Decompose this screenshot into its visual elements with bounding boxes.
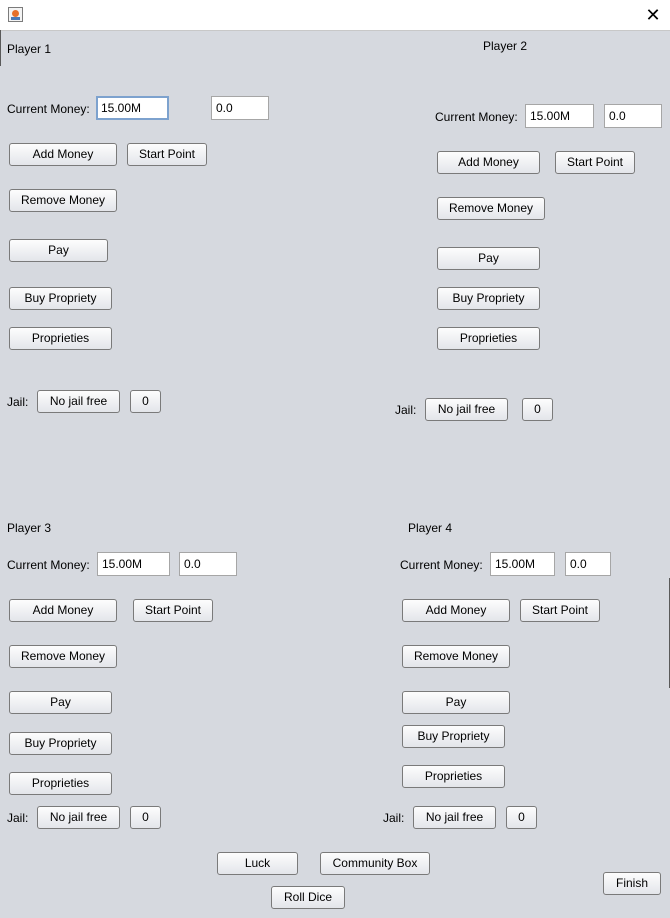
player-4-jail-count-button[interactable]: 0	[506, 806, 537, 829]
frame-edge-left	[0, 30, 1, 66]
player-4-title: Player 4	[408, 521, 453, 535]
player-1-add-money-button[interactable]: Add Money	[9, 143, 117, 166]
player-1-money-field[interactable]: 15.00M	[96, 96, 169, 120]
player-2-money-field[interactable]: 15.00M	[525, 104, 594, 128]
player-1-jail-label: Jail:	[7, 395, 29, 409]
player-2-jail-label: Jail:	[395, 403, 417, 417]
player-2-remove-money-button[interactable]: Remove Money	[437, 197, 545, 220]
player-2-no-jail-free-button[interactable]: No jail free	[425, 398, 508, 421]
player-2-title: Player 2	[483, 39, 528, 53]
player-1-jail-count-button[interactable]: 0	[130, 390, 161, 413]
player-4-pay-button[interactable]: Pay	[402, 691, 510, 714]
player-3-jail-count-button[interactable]: 0	[130, 806, 161, 829]
player-4-proprieties-button[interactable]: Proprieties	[402, 765, 505, 788]
player-2-buy-propriety-button[interactable]: Buy Propriety	[437, 287, 540, 310]
luck-button[interactable]: Luck	[217, 852, 298, 875]
player-2-amount-field[interactable]: 0.0	[604, 104, 662, 128]
player-1-buy-propriety-button[interactable]: Buy Propriety	[9, 287, 112, 310]
player-1-amount-field[interactable]: 0.0	[211, 96, 269, 120]
player-3-buy-propriety-button[interactable]: Buy Propriety	[9, 732, 112, 755]
player-1-remove-money-button[interactable]: Remove Money	[9, 189, 117, 212]
player-3-title: Player 3	[7, 521, 52, 535]
player-4-start-point-button[interactable]: Start Point	[520, 599, 600, 622]
player-1-title: Player 1	[7, 42, 52, 56]
player-4-remove-money-button[interactable]: Remove Money	[402, 645, 510, 668]
finish-button[interactable]: Finish	[603, 872, 661, 895]
player-4-amount-field[interactable]: 0.0	[565, 552, 611, 576]
player-4-add-money-button[interactable]: Add Money	[402, 599, 510, 622]
player-1-proprieties-button[interactable]: Proprieties	[9, 327, 112, 350]
player-4-money-field[interactable]: 15.00M	[490, 552, 555, 576]
player-2-jail-count-button[interactable]: 0	[522, 398, 553, 421]
player-4-current-money-label: Current Money:	[400, 558, 483, 572]
player-4-jail-label: Jail:	[383, 811, 405, 825]
java-app-icon	[8, 7, 23, 22]
player-2-pay-button[interactable]: Pay	[437, 247, 540, 270]
player-3-pay-button[interactable]: Pay	[9, 691, 112, 714]
player-2-current-money-label: Current Money:	[435, 110, 518, 124]
player-2-add-money-button[interactable]: Add Money	[437, 151, 540, 174]
player-3-jail-label: Jail:	[7, 811, 29, 825]
player-3-current-money-label: Current Money:	[7, 558, 90, 572]
player-3-money-field[interactable]: 15.00M	[97, 552, 170, 576]
player-1-start-point-button[interactable]: Start Point	[127, 143, 207, 166]
roll-dice-button[interactable]: Roll Dice	[271, 886, 345, 909]
player-1-current-money-label: Current Money:	[7, 102, 90, 116]
player-2-start-point-button[interactable]: Start Point	[555, 151, 635, 174]
player-3-amount-field[interactable]: 0.0	[179, 552, 237, 576]
player-3-start-point-button[interactable]: Start Point	[133, 599, 213, 622]
close-button[interactable]: ✕	[636, 0, 670, 30]
player-3-no-jail-free-button[interactable]: No jail free	[37, 806, 120, 829]
player-4-no-jail-free-button[interactable]: No jail free	[413, 806, 496, 829]
player-3-remove-money-button[interactable]: Remove Money	[9, 645, 117, 668]
player-3-add-money-button[interactable]: Add Money	[9, 599, 117, 622]
player-2-proprieties-button[interactable]: Proprieties	[437, 327, 540, 350]
title-bar: ✕	[0, 0, 670, 31]
player-3-proprieties-button[interactable]: Proprieties	[9, 772, 112, 795]
player-1-no-jail-free-button[interactable]: No jail free	[37, 390, 120, 413]
player-4-buy-propriety-button[interactable]: Buy Propriety	[402, 725, 505, 748]
player-1-pay-button[interactable]: Pay	[9, 239, 108, 262]
community-box-button[interactable]: Community Box	[320, 852, 430, 875]
